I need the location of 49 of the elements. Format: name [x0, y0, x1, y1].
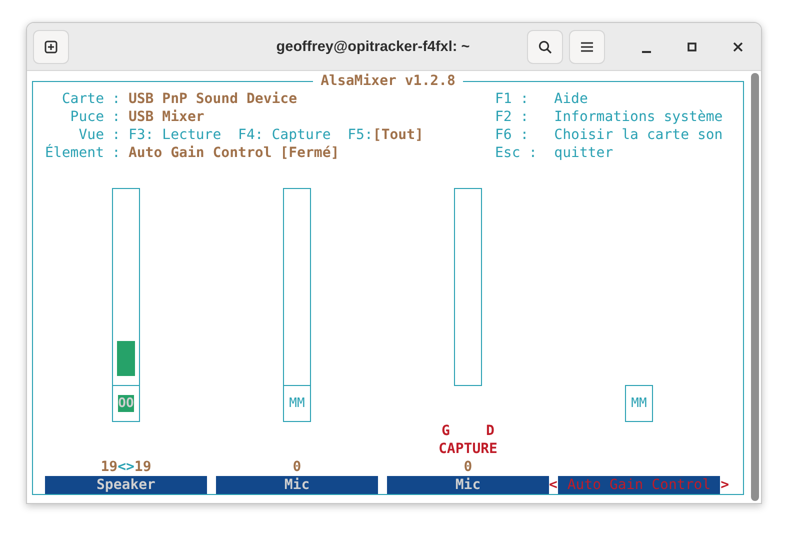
- mute-toggle[interactable]: MM: [283, 385, 311, 422]
- shortcut-action: Choisir la carte son: [554, 126, 723, 144]
- channel-value: 19<>19: [100, 459, 152, 475]
- selection-mark: <: [549, 476, 558, 494]
- info-value: USB PnP Sound Device: [128, 91, 298, 107]
- info-label: Puce: [69, 108, 104, 126]
- separator-colon: :: [111, 126, 122, 144]
- channel-name[interactable]: Speaker: [45, 476, 207, 494]
- search-button[interactable]: [527, 30, 563, 64]
- capture-right: D: [486, 422, 494, 440]
- channel-name[interactable]: Mic: [387, 476, 549, 494]
- shortcut-key: F6 :: [495, 126, 538, 144]
- info-label: Vue: [78, 126, 104, 144]
- mute-toggle[interactable]: OO: [112, 385, 140, 422]
- close-icon: [731, 40, 745, 54]
- volume-bar[interactable]: [112, 188, 140, 386]
- channel-value: 0: [292, 459, 302, 475]
- separator-colon: :: [111, 90, 122, 108]
- new-tab-button[interactable]: [33, 30, 69, 64]
- minimize-icon: [642, 50, 650, 52]
- search-icon: [538, 40, 552, 54]
- separator-colon: :: [111, 144, 122, 162]
- separator-colon: :: [111, 108, 122, 126]
- info-value: USB Mixer: [128, 109, 204, 125]
- info-value: Auto Gain Control [Fermé]: [128, 145, 340, 161]
- window-title: geoffrey@opitracker-f4fxl: ~: [275, 38, 471, 54]
- info-value: F3: Lecture F4: Capture F5:: [128, 127, 373, 143]
- maximize-icon: [685, 40, 699, 54]
- menu-button[interactable]: [569, 30, 605, 64]
- scrollbar[interactable]: [751, 73, 759, 501]
- mute-toggle[interactable]: MM: [625, 385, 653, 422]
- channel-name[interactable]: Mic: [216, 476, 378, 494]
- shortcut-action: quitter: [554, 144, 614, 162]
- capture-left: G: [442, 422, 450, 440]
- channel-value: 0: [464, 459, 472, 475]
- capture-label: CAPTURE: [438, 440, 498, 458]
- shortcut-key: Esc :: [495, 144, 538, 162]
- selection-mark: >: [720, 476, 729, 494]
- shortcut-key: F1 :: [495, 90, 538, 108]
- volume-bar[interactable]: [283, 188, 311, 386]
- shortcut-action: Aide: [554, 90, 589, 108]
- shortcut-action: Informations système: [554, 108, 723, 126]
- info-label: Élement: [45, 144, 104, 162]
- shortcut-key: F2 :: [495, 108, 538, 126]
- volume-bar[interactable]: [454, 188, 482, 386]
- menu-icon: [580, 40, 594, 54]
- info-value: [Tout]: [372, 127, 424, 143]
- info-label: Carte: [60, 90, 104, 108]
- plus-icon: [44, 40, 58, 54]
